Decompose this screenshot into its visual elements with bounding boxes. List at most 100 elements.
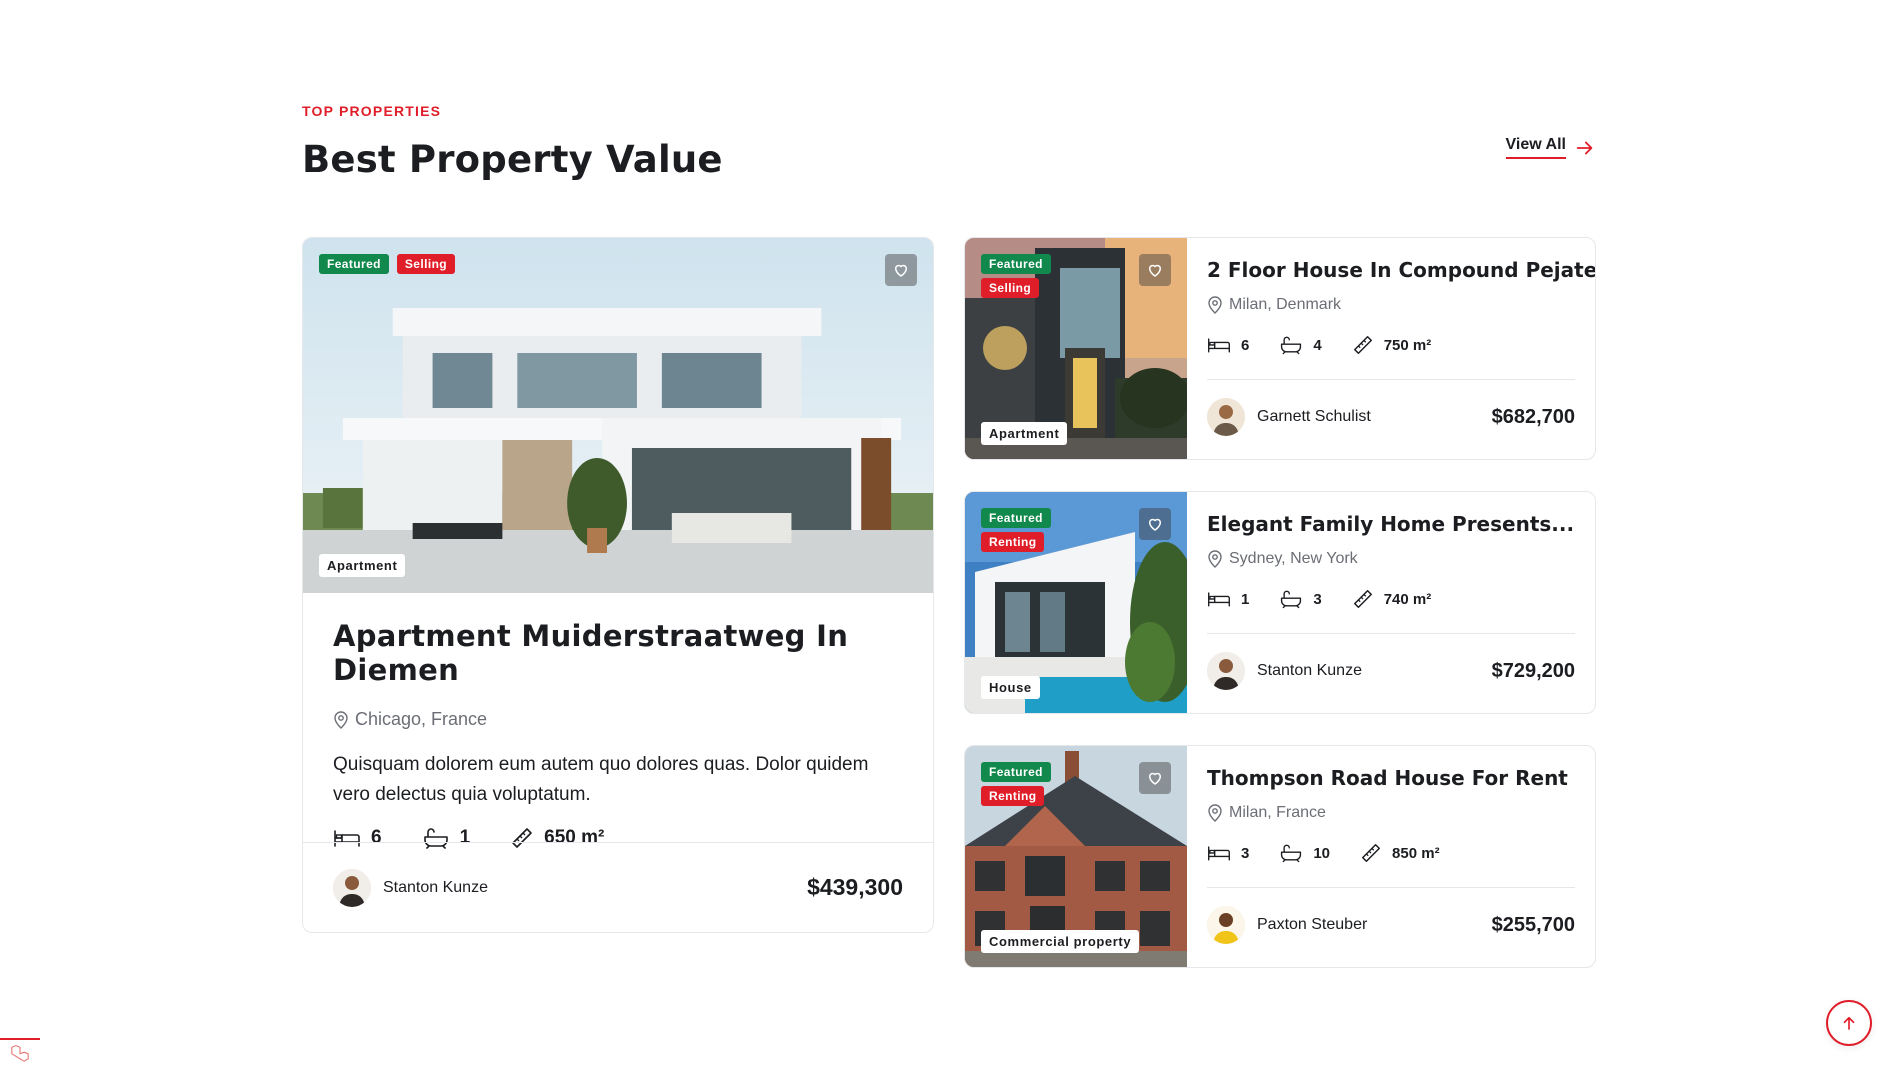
status-badges: Featured Selling bbox=[981, 254, 1051, 298]
area: 740 m² bbox=[1352, 588, 1431, 610]
favorite-button[interactable] bbox=[885, 254, 917, 286]
card-footer: Garnett Schulist $682,700 bbox=[1207, 398, 1575, 436]
property-price: $729,200 bbox=[1491, 659, 1575, 682]
property-location: Chicago, France bbox=[333, 709, 903, 730]
arrow-right-icon bbox=[1576, 141, 1593, 154]
property-features: 6 4 750 m² bbox=[1207, 334, 1431, 356]
property-type-tag: Apartment bbox=[319, 554, 406, 577]
divider bbox=[1207, 379, 1575, 380]
bath-icon bbox=[1279, 843, 1303, 863]
property-image[interactable]: Featured Selling Apartment bbox=[965, 238, 1187, 459]
area-ruler-icon bbox=[1360, 842, 1382, 864]
view-all-link[interactable]: View All bbox=[1505, 136, 1596, 159]
agent-info[interactable]: Stanton Kunze bbox=[1207, 652, 1362, 690]
favorite-button[interactable] bbox=[1139, 508, 1171, 540]
status-badges: Featured Renting bbox=[981, 508, 1051, 552]
location-text: Sydney, New York bbox=[1229, 550, 1358, 567]
property-title[interactable]: Thompson Road House For Rent bbox=[1207, 766, 1568, 790]
renting-badge: Renting bbox=[981, 786, 1045, 806]
scroll-to-top-button[interactable] bbox=[1826, 1000, 1872, 1046]
property-title[interactable]: Elegant Family Home Presents... bbox=[1207, 512, 1574, 536]
featured-badge: Featured bbox=[981, 254, 1051, 274]
divider bbox=[1207, 887, 1575, 888]
bed-icon bbox=[1207, 843, 1231, 863]
favorite-button[interactable] bbox=[1139, 762, 1171, 794]
agent-info[interactable]: Garnett Schulist bbox=[1207, 398, 1371, 436]
view-all-label: View All bbox=[1505, 136, 1566, 159]
bathrooms-count: 4 bbox=[1313, 336, 1322, 354]
bathrooms: 3 bbox=[1279, 589, 1322, 609]
bedrooms: 1 bbox=[1207, 589, 1249, 609]
status-badges: Featured Selling bbox=[319, 254, 456, 274]
bath-icon bbox=[1279, 335, 1303, 355]
property-location: Milan, Denmark bbox=[1207, 296, 1341, 314]
selling-badge: Selling bbox=[981, 278, 1040, 298]
property-title[interactable]: 2 Floor House In Compound Pejaten... bbox=[1207, 258, 1595, 282]
bathrooms-count: 3 bbox=[1313, 590, 1322, 608]
renting-badge: Renting bbox=[981, 532, 1045, 552]
location-pin-icon bbox=[1207, 550, 1223, 568]
featured-badge: Featured bbox=[981, 762, 1051, 782]
property-card[interactable]: Featured Renting House Elegant Family Ho… bbox=[964, 491, 1596, 714]
property-type-tag: House bbox=[981, 676, 1040, 699]
location-text: Milan, France bbox=[1229, 804, 1326, 821]
property-price: $439,300 bbox=[807, 874, 903, 900]
avatar bbox=[1207, 652, 1245, 690]
property-location: Milan, France bbox=[1207, 804, 1326, 822]
area-value: 750 m² bbox=[1383, 336, 1432, 354]
property-features: 1 3 740 m² bbox=[1207, 588, 1431, 610]
property-card[interactable]: Featured Selling Apartment 2 Floor House… bbox=[964, 237, 1596, 460]
area: 850 m² bbox=[1360, 842, 1440, 864]
area-ruler-icon bbox=[1352, 334, 1374, 356]
bedrooms-count: 3 bbox=[1241, 844, 1250, 862]
favorite-button[interactable] bbox=[1139, 254, 1171, 286]
location-text: Milan, Denmark bbox=[1229, 296, 1342, 313]
bathrooms: 10 bbox=[1279, 843, 1330, 863]
bathrooms: 4 bbox=[1279, 335, 1322, 355]
card-footer: Stanton Kunze $729,200 bbox=[1207, 652, 1575, 690]
bath-icon bbox=[1279, 589, 1303, 609]
area-value: 850 m² bbox=[1392, 844, 1440, 862]
bedrooms-count: 6 bbox=[1241, 336, 1250, 354]
section-title: Best Property Value bbox=[302, 138, 723, 181]
area-ruler-icon bbox=[1352, 588, 1374, 610]
property-image[interactable]: Featured Renting House bbox=[965, 492, 1187, 713]
bedrooms: 6 bbox=[1207, 335, 1249, 355]
agent-info[interactable]: Paxton Steuber bbox=[1207, 906, 1367, 944]
modern-villa-photo bbox=[303, 238, 933, 593]
featured-badge: Featured bbox=[319, 254, 389, 274]
card-footer: Stanton Kunze $439,300 bbox=[303, 842, 933, 932]
agent-name: Garnett Schulist bbox=[1257, 408, 1371, 425]
section-eyebrow: TOP PROPERTIES bbox=[302, 103, 442, 119]
top-properties-section: TOP PROPERTIES Best Property Value View … bbox=[302, 0, 1596, 1065]
selling-badge: Selling bbox=[396, 254, 456, 274]
location-pin-icon bbox=[333, 711, 349, 729]
featured-badge: Featured bbox=[981, 508, 1051, 528]
heart-icon bbox=[1146, 261, 1164, 279]
location-pin-icon bbox=[1207, 296, 1223, 314]
bedrooms: 3 bbox=[1207, 843, 1249, 863]
property-price: $682,700 bbox=[1491, 405, 1575, 428]
agent-name: Stanton Kunze bbox=[1257, 662, 1362, 679]
featured-property-card[interactable]: Featured Selling Apartment Apartment Mui… bbox=[302, 237, 934, 933]
arrow-up-icon bbox=[1843, 1016, 1855, 1030]
agent-info[interactable]: Stanton Kunze bbox=[333, 868, 488, 907]
property-type-tag: Apartment bbox=[981, 422, 1068, 445]
avatar bbox=[1207, 906, 1245, 944]
agent-name: Stanton Kunze bbox=[383, 878, 488, 896]
area: 750 m² bbox=[1352, 334, 1432, 356]
bathrooms-count: 10 bbox=[1313, 844, 1331, 862]
debugbar-toggle[interactable] bbox=[0, 1038, 40, 1065]
heart-icon bbox=[1146, 515, 1164, 533]
property-title[interactable]: Apartment Muiderstraatweg In Diemen bbox=[333, 619, 903, 687]
property-description: Quisquam dolorem eum autem quo dolores q… bbox=[333, 754, 869, 805]
divider bbox=[1207, 633, 1575, 634]
avatar bbox=[333, 868, 371, 907]
location-pin-icon bbox=[1207, 804, 1223, 822]
card-footer: Paxton Steuber $255,700 bbox=[1207, 906, 1575, 944]
location-text: Chicago, France bbox=[355, 709, 488, 729]
property-image[interactable]: Featured Selling Apartment bbox=[303, 238, 933, 593]
property-card[interactable]: Featured Renting Commercial property Tho… bbox=[964, 745, 1596, 968]
property-image[interactable]: Featured Renting Commercial property bbox=[965, 746, 1187, 967]
property-price: $255,700 bbox=[1491, 913, 1575, 936]
